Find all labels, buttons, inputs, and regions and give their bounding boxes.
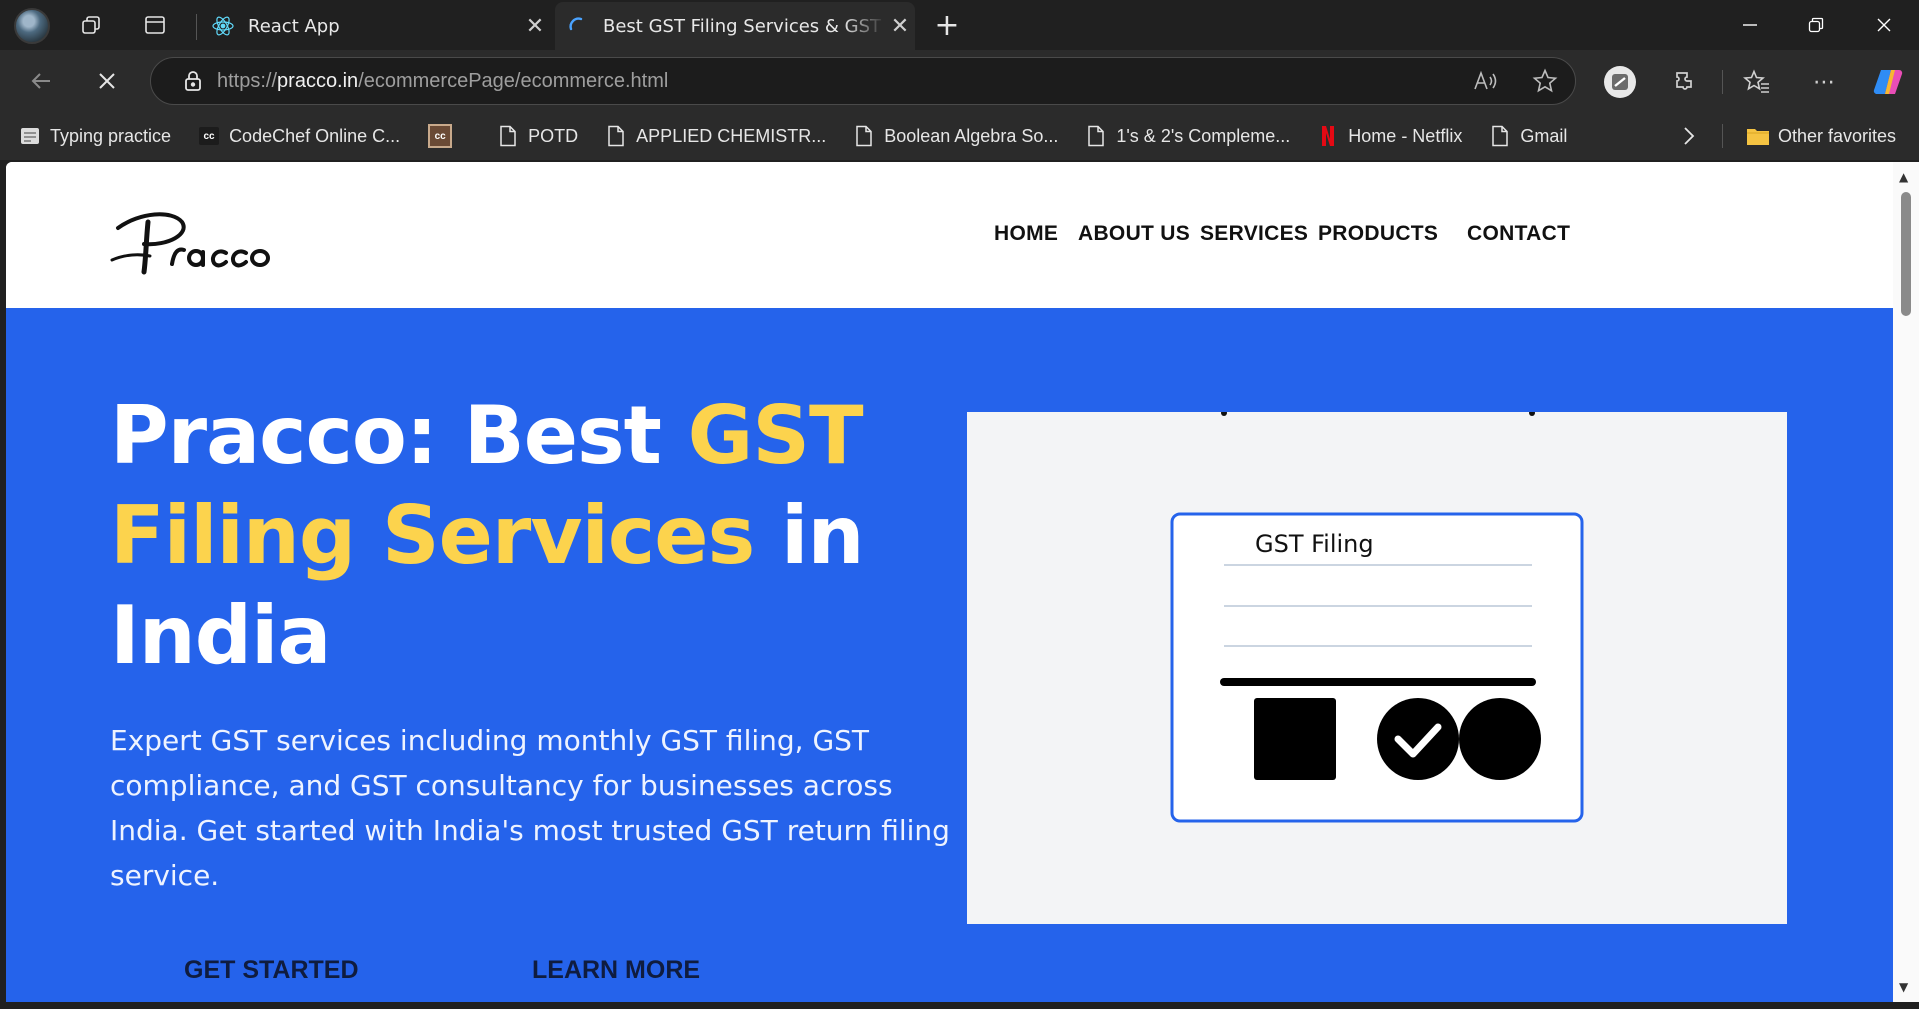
browser-titlebar: React App ✕ Best GST Filing Services & G… bbox=[0, 0, 1919, 50]
scroll-down-icon[interactable]: ▼ bbox=[1899, 980, 1908, 994]
profile-avatar[interactable] bbox=[14, 8, 50, 44]
tab-gst-filing[interactable]: Best GST Filing Services & GST Co ✕ bbox=[555, 2, 915, 50]
favorites-bar: Typing practice cc CodeChef Online C... … bbox=[0, 112, 1919, 160]
stop-loading-icon[interactable] bbox=[88, 62, 126, 100]
nav-products[interactable]: PRODUCTS bbox=[1318, 222, 1438, 246]
minimize-icon[interactable] bbox=[1718, 0, 1782, 50]
favorite-boolean-algebra[interactable]: Boolean Algebra So... bbox=[852, 124, 1058, 148]
typing-icon bbox=[18, 124, 42, 148]
favorite-label: 1's & 2's Compleme... bbox=[1116, 125, 1291, 146]
toolbar-divider bbox=[1722, 70, 1723, 94]
page-scrollbar[interactable]: ▲ ▼ bbox=[1893, 162, 1919, 1002]
tab-actions-icon[interactable] bbox=[138, 8, 172, 42]
read-aloud-icon[interactable] bbox=[1455, 69, 1515, 93]
extension-badge-icon[interactable] bbox=[1600, 62, 1640, 102]
nav-about-us[interactable]: ABOUT US bbox=[1078, 222, 1190, 246]
copilot-icon[interactable] bbox=[1868, 62, 1908, 102]
other-favorites-folder[interactable]: Other favorites bbox=[1746, 124, 1896, 148]
favorite-label: POTD bbox=[528, 125, 579, 146]
favorites-divider bbox=[1722, 124, 1723, 148]
folder-icon bbox=[1746, 124, 1770, 148]
favorite-netflix[interactable]: Home - Netflix bbox=[1316, 124, 1462, 148]
more-menu-icon[interactable]: ⋯ bbox=[1804, 62, 1844, 102]
page-icon bbox=[496, 124, 520, 148]
favorites-overflow-chevron-icon[interactable] bbox=[1682, 126, 1696, 146]
address-bar[interactable]: https://pracco.in/ecommercePage/ecommerc… bbox=[150, 57, 1576, 105]
pracco-logo[interactable] bbox=[110, 202, 310, 282]
favorite-label: Gmail bbox=[1520, 125, 1568, 146]
favorite-applied-chemistry[interactable]: APPLIED CHEMISTR... bbox=[604, 124, 826, 148]
nav-home[interactable]: HOME bbox=[994, 222, 1058, 246]
favorite-complement[interactable]: 1's & 2's Compleme... bbox=[1084, 124, 1290, 148]
site-header: HOME ABOUT US SERVICES PRODUCTS CONTACT bbox=[6, 162, 1893, 308]
favorite-label: Home - Netflix bbox=[1348, 125, 1463, 146]
lock-icon[interactable] bbox=[169, 70, 217, 92]
hero-subtitle: Expert GST services including monthly GS… bbox=[110, 724, 950, 892]
document-label: GST Filing bbox=[1255, 530, 1374, 558]
tab-close-icon[interactable]: ✕ bbox=[885, 14, 915, 39]
scrollbar-thumb[interactable] bbox=[1901, 192, 1911, 316]
page-viewport: HOME ABOUT US SERVICES PRODUCTS CONTACT … bbox=[6, 162, 1893, 1002]
page-icon bbox=[1488, 124, 1512, 148]
browser-toolbar: https://pracco.in/ecommercePage/ecommerc… bbox=[0, 50, 1919, 112]
loading-spinner-icon bbox=[567, 15, 589, 37]
page-icon bbox=[604, 124, 628, 148]
nav-contact[interactable]: CONTACT bbox=[1467, 222, 1570, 246]
page-icon bbox=[852, 124, 876, 148]
tab-label: Best GST Filing Services & GST Co bbox=[603, 15, 885, 37]
hero-title: Pracco: Best GST Filing Services in India bbox=[110, 389, 864, 682]
get-started-button[interactable]: GET STARTED bbox=[184, 956, 359, 985]
new-tab-icon[interactable]: + bbox=[930, 8, 964, 43]
tab-divider bbox=[196, 14, 197, 40]
favorite-codechef[interactable]: cc CodeChef Online C... bbox=[197, 124, 400, 148]
favorites-icon[interactable] bbox=[1737, 62, 1777, 102]
favorite-label: Boolean Algebra So... bbox=[884, 125, 1059, 146]
window-bottom-edge bbox=[0, 1002, 1919, 1009]
page-icon bbox=[1084, 124, 1108, 148]
react-icon bbox=[212, 15, 234, 37]
workspaces-icon[interactable] bbox=[74, 8, 108, 42]
restore-icon[interactable] bbox=[1784, 0, 1848, 50]
favorite-label: APPLIED CHEMISTR... bbox=[636, 125, 827, 146]
hero-section: Pracco: Best GST Filing Services in India … bbox=[6, 308, 1893, 1002]
nav-services[interactable]: SERVICES bbox=[1200, 222, 1308, 246]
tab-close-icon[interactable]: ✕ bbox=[520, 14, 550, 39]
favorite-gmail[interactable]: Gmail bbox=[1488, 124, 1567, 148]
codechef-box-icon: cc bbox=[428, 124, 453, 148]
back-icon[interactable] bbox=[22, 62, 60, 100]
close-window-icon[interactable] bbox=[1852, 0, 1916, 50]
favorite-potd[interactable]: POTD bbox=[496, 124, 578, 148]
learn-more-button[interactable]: LEARN MORE bbox=[532, 956, 700, 985]
netflix-icon bbox=[1316, 124, 1340, 148]
other-favorites-label: Other favorites bbox=[1778, 125, 1897, 146]
gst-document-graphic bbox=[1170, 412, 1584, 823]
tab-label: React App bbox=[248, 15, 340, 37]
url-text[interactable]: https://pracco.in/ecommercePage/ecommerc… bbox=[217, 70, 1455, 93]
favorite-label: CodeChef Online C... bbox=[229, 125, 401, 146]
scroll-up-icon[interactable]: ▲ bbox=[1899, 170, 1908, 184]
gst-illustration: GST Filing bbox=[967, 412, 1787, 924]
extensions-icon[interactable] bbox=[1666, 62, 1706, 102]
favorite-codechef-box[interactable]: cc bbox=[428, 124, 460, 148]
tab-react-app[interactable]: React App ✕ bbox=[200, 2, 550, 50]
favorite-label: Typing practice bbox=[50, 125, 172, 146]
favorite-star-icon[interactable] bbox=[1515, 68, 1575, 94]
codechef-icon: cc bbox=[197, 124, 221, 148]
favorite-typing-practice[interactable]: Typing practice bbox=[18, 124, 171, 148]
